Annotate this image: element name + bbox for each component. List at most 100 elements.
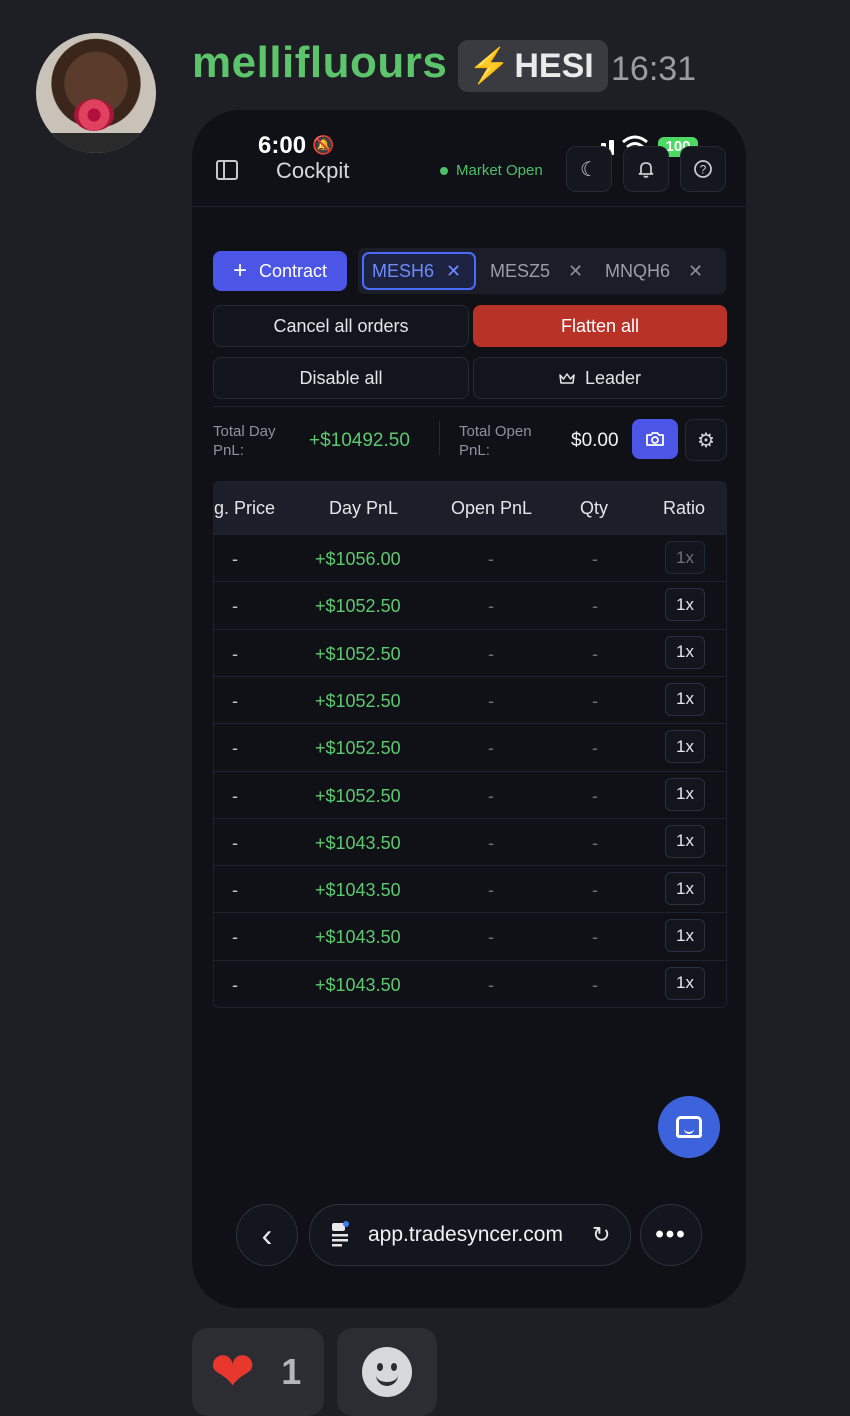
add-contract-button[interactable]: + Contract	[213, 251, 347, 291]
column-header-qty[interactable]: Qty	[580, 498, 608, 519]
add-contract-label: Contract	[258, 260, 328, 281]
reload-icon[interactable]: ↻	[592, 1222, 610, 1248]
contract-tab-label: MNQH6	[605, 260, 671, 281]
flatten-all-button[interactable]: Flatten all	[473, 305, 727, 347]
ratio-button[interactable]: 1x	[665, 588, 705, 622]
cell-day-pnl: +$1056.00	[315, 549, 401, 569]
site-settings-icon	[332, 1221, 349, 1247]
help-button[interactable]: ?	[680, 146, 726, 192]
lightning-icon: ⚡	[468, 47, 511, 85]
settings-button[interactable]: ⚙	[685, 419, 727, 461]
header-divider	[192, 206, 746, 207]
cancel-all-orders-button[interactable]: Cancel all orders	[213, 305, 469, 347]
table-row[interactable]: - +$1056.00 - - 1x	[214, 534, 726, 582]
cell-day-pnl: +$1043.50	[315, 880, 401, 901]
svg-text:?: ?	[700, 163, 707, 177]
total-day-pnl-label: Total Day PnL:	[213, 423, 276, 459]
cell-price: -	[232, 690, 238, 711]
avatar-shirt	[36, 133, 156, 153]
table-row[interactable]: - +$1052.50 - - 1x	[214, 581, 726, 629]
cell-day-pnl: +$1052.50	[315, 596, 401, 617]
contract-tab-mesz5[interactable]: MESZ5 ✕	[490, 252, 583, 290]
cell-price: -	[232, 880, 238, 901]
table-row[interactable]: - +$1052.50 - - 1x	[214, 628, 726, 677]
ratio-button[interactable]: 1x	[665, 824, 705, 858]
close-icon[interactable]: ✕	[688, 261, 703, 282]
browser-url-bar[interactable]: app.tradesyncer.com ↻	[309, 1204, 631, 1266]
heart-reaction[interactable]: ❤ 1	[192, 1328, 324, 1416]
plus-icon: +	[232, 257, 247, 284]
table-row[interactable]: - +$1043.50 - - 1x	[214, 912, 726, 960]
status-dot-icon	[440, 166, 448, 175]
cell-qty: -	[592, 643, 598, 664]
cell-day-pnl: +$1052.50	[315, 738, 401, 759]
ratio-button[interactable]: 1x	[665, 635, 705, 669]
ratio-button[interactable]: 1x	[665, 541, 705, 574]
disable-all-button[interactable]: Disable all	[213, 357, 469, 399]
ratio-button[interactable]: 1x	[665, 730, 705, 764]
close-icon[interactable]: ✕	[568, 261, 583, 282]
column-header-open-pnl[interactable]: Open PnL	[451, 498, 532, 519]
cell-price: -	[232, 549, 238, 569]
role-tag-label: HESI	[514, 46, 594, 85]
close-icon[interactable]: ✕	[446, 261, 461, 282]
chat-support-button[interactable]	[658, 1096, 720, 1158]
cell-day-pnl: +$1052.50	[315, 785, 401, 806]
ratio-button[interactable]: 1x	[665, 966, 705, 1000]
cell-price: -	[232, 643, 238, 664]
cell-open-pnl: -	[488, 880, 494, 901]
gear-icon: ⚙	[697, 429, 715, 452]
crown-icon	[559, 372, 575, 384]
screenshot-button[interactable]	[632, 419, 678, 459]
cell-day-pnl: +$1043.50	[315, 927, 401, 948]
market-status: Market Open	[440, 162, 543, 179]
more-icon: •••	[655, 1221, 687, 1248]
table-row[interactable]: - +$1052.50 - - 1x	[214, 770, 726, 819]
user-avatar[interactable]	[36, 33, 156, 153]
column-header-day-pnl[interactable]: Day PnL	[329, 498, 398, 519]
contract-tab-mnqh6[interactable]: MNQH6 ✕	[605, 252, 703, 290]
pnl-summary: Total Day PnL: +$10492.50 Total Open PnL…	[213, 406, 727, 471]
table-row[interactable]: - +$1043.50 - - 1x	[214, 865, 726, 913]
column-header-ratio[interactable]: Ratio	[663, 498, 705, 519]
pnl-divider	[439, 421, 440, 455]
contract-tabs: MESH6 ✕ MESZ5 ✕ MNQH6 ✕	[358, 248, 726, 294]
contract-tab-label: MESH6	[372, 260, 435, 281]
browser-more-button[interactable]: •••	[640, 1204, 702, 1266]
cell-price: -	[232, 785, 238, 806]
accounts-table: g. Price Day PnL Open PnL Qty Ratio - +$1…	[213, 481, 727, 1008]
smiley-icon	[362, 1347, 412, 1397]
phone-screenshot[interactable]: 6:00 🔕 100 Cockpit Market Open ☾ ? + Con…	[192, 110, 746, 1308]
ratio-button[interactable]: 1x	[665, 682, 705, 716]
ratio-button[interactable]: 1x	[665, 777, 705, 811]
add-reaction-button[interactable]	[337, 1328, 437, 1416]
notifications-button[interactable]	[623, 146, 669, 192]
cell-open-pnl: -	[488, 738, 494, 759]
cell-price: -	[232, 596, 238, 617]
leader-button[interactable]: Leader	[473, 357, 727, 399]
avatar-mouth	[74, 99, 114, 131]
username[interactable]: mellifluours	[192, 38, 447, 88]
theme-toggle-button[interactable]: ☾	[566, 146, 612, 192]
market-status-label: Market Open	[456, 162, 543, 179]
bell-muted-icon: 🔕	[312, 135, 335, 155]
cell-qty: -	[592, 785, 598, 806]
table-row[interactable]: - +$1052.50 - - 1x	[214, 723, 726, 771]
reaction-count: 1	[281, 1351, 302, 1392]
ratio-button[interactable]: 1x	[665, 872, 705, 906]
cell-qty: -	[592, 596, 598, 617]
cell-day-pnl: +$1043.50	[315, 832, 401, 853]
cell-open-pnl: -	[488, 832, 494, 853]
contract-tab-mesh6[interactable]: MESH6 ✕	[362, 252, 476, 290]
sidebar-toggle-icon[interactable]	[216, 160, 238, 180]
column-header-price[interactable]: g. Price	[214, 498, 275, 519]
table-row[interactable]: - +$1043.50 - - 1x	[214, 959, 726, 1007]
ratio-button[interactable]: 1x	[665, 919, 705, 953]
browser-back-button[interactable]: ‹	[236, 1204, 298, 1266]
total-open-pnl-value: $0.00	[571, 430, 619, 451]
role-tag[interactable]: ⚡ HESI	[458, 40, 608, 92]
table-row[interactable]: - +$1043.50 - - 1x	[214, 817, 726, 866]
table-row[interactable]: - +$1052.50 - - 1x	[214, 675, 726, 724]
chat-icon	[676, 1116, 702, 1138]
bell-icon	[638, 162, 654, 178]
